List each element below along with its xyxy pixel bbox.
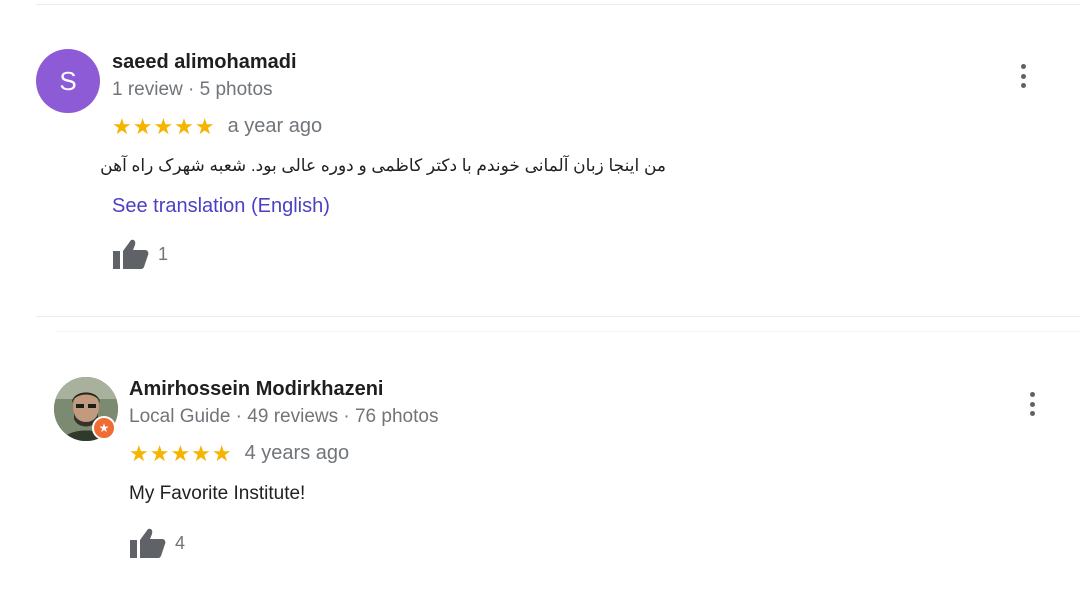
reviewer-name[interactable]: Amirhossein Modirkhazeni [129, 378, 384, 401]
like-button[interactable]: 4 [129, 527, 185, 559]
review-time: 4 years ago [244, 442, 350, 464]
star-rating: ★★★★★ [129, 440, 233, 466]
rating-row: ★★★★★ 4 years ago [129, 442, 349, 465]
reviewer-name[interactable]: saeed alimohamadi [112, 51, 297, 74]
like-count: 1 [158, 243, 169, 264]
review-divider [36, 316, 1080, 317]
thumbs-up-icon [113, 239, 149, 269]
reviewer-meta[interactable]: Local Guide · 49 reviews · 76 photos [129, 406, 438, 428]
more-vert-icon [1020, 64, 1026, 69]
like-button[interactable]: 1 [112, 238, 168, 270]
avatar[interactable]: S [36, 49, 100, 113]
review-text: من اینجا زبان آلمانی خوندم با دکتر کاظمی… [100, 156, 666, 175]
like-count: 4 [175, 532, 186, 553]
thumbs-up-icon [130, 528, 166, 558]
more-options-button[interactable] [1020, 390, 1044, 418]
reviewer-meta[interactable]: 1 review · 5 photos [112, 79, 273, 101]
review-card: ★ Amirhossein Modirkhazeni Local Guide ·… [0, 340, 1080, 594]
review-card: S saeed alimohamadi 1 review · 5 photos … [0, 0, 1080, 300]
review-text: My Favorite Institute! [129, 483, 306, 504]
more-vert-icon [1029, 392, 1035, 397]
avatar-letter: S [59, 65, 77, 96]
review-time: a year ago [227, 115, 323, 137]
star-rating: ★★★★★ [112, 113, 216, 139]
rating-row: ★★★★★ a year ago [112, 115, 322, 138]
local-guide-badge-icon: ★ [92, 416, 116, 440]
see-translation-link[interactable]: See translation (English) [112, 195, 330, 218]
more-options-button[interactable] [1011, 62, 1035, 90]
review-divider-inner [56, 331, 1080, 332]
